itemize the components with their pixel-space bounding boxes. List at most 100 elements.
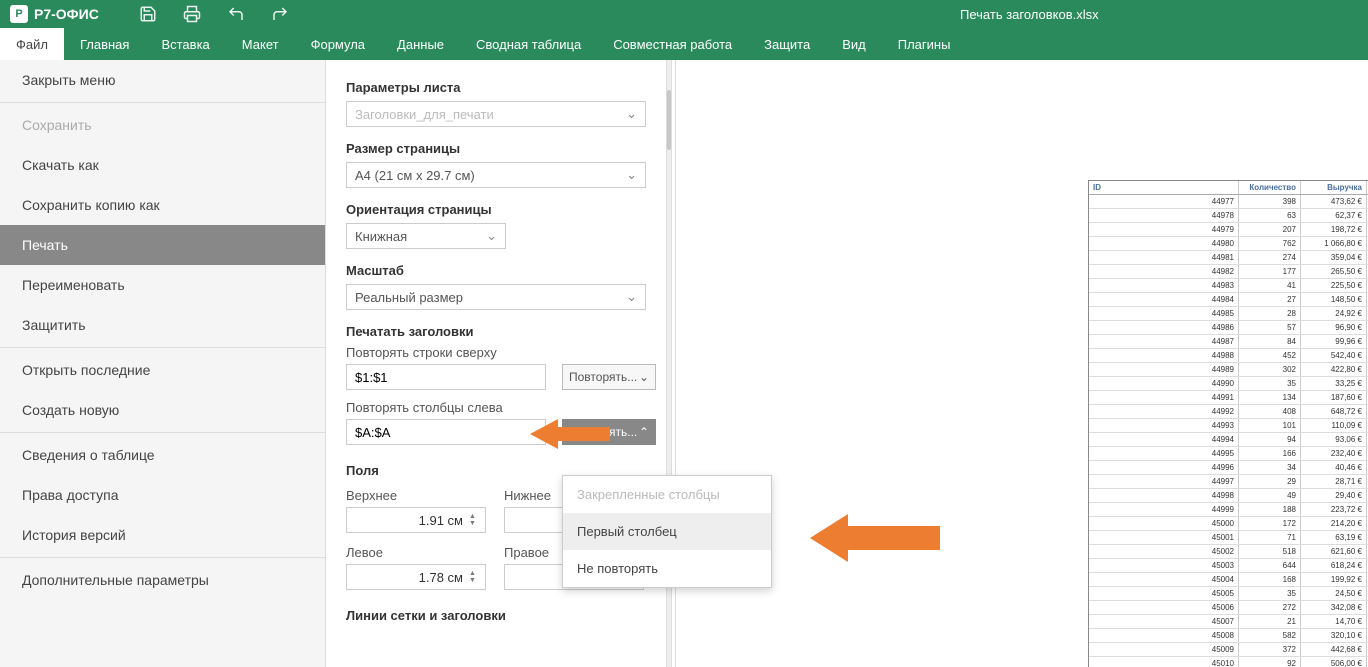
repeat-rows-label: Повторять строки сверху [346, 345, 665, 360]
preview-page: ID Количество Выручка 44977398473,62 €44… [1088, 180, 1368, 667]
menu-insert[interactable]: Вставка [145, 28, 225, 60]
table-row: 44979207198,72 € [1089, 223, 1368, 237]
menu-plugins[interactable]: Плагины [882, 28, 967, 60]
table-row: 45003644618,24 € [1089, 559, 1368, 573]
logo-icon: P [10, 5, 28, 23]
table-row: 449949493,06 € [1089, 433, 1368, 447]
sb-print[interactable]: Печать [0, 225, 325, 265]
table-row: 45009372442,68 € [1089, 643, 1368, 657]
table-row: 44992408648,72 € [1089, 405, 1368, 419]
menu-home[interactable]: Главная [64, 28, 145, 60]
sb-history[interactable]: История версий [0, 515, 325, 555]
repeat-rows-input[interactable] [346, 364, 546, 390]
table-row: 4498427148,50 € [1089, 293, 1368, 307]
table-row: 450053524,50 € [1089, 587, 1368, 601]
redo-icon[interactable] [271, 5, 289, 23]
page-size-select[interactable]: A4 (21 см x 29.7 см)⌄ [346, 162, 646, 188]
chevron-down-icon: ⌄ [486, 228, 497, 244]
table-row: 449786362,37 € [1089, 209, 1368, 223]
repeat-cols-dropdown: Закрепленные столбцы Первый столбец Не п… [562, 475, 772, 588]
file-sidebar: Закрыть меню Сохранить Скачать как Сохра… [0, 60, 326, 667]
margin-top-label: Верхнее [346, 488, 486, 503]
menu-file[interactable]: Файл [0, 28, 64, 60]
table-row: 449903533,25 € [1089, 377, 1368, 391]
table-row: 44993101110,09 € [1089, 419, 1368, 433]
page-params-label: Параметры листа [346, 80, 665, 95]
table-row: 45004168199,92 € [1089, 573, 1368, 587]
dd-no-repeat[interactable]: Не повторять [563, 550, 771, 587]
preview-header-row: ID Количество Выручка [1089, 181, 1368, 195]
sb-recent[interactable]: Открыть последние [0, 350, 325, 390]
menu-collab[interactable]: Совместная работа [597, 28, 748, 60]
menu-protect[interactable]: Защита [748, 28, 826, 60]
col-id: ID [1089, 181, 1239, 194]
sb-rename[interactable]: Переименовать [0, 265, 325, 305]
chevron-down-icon: ⌄ [626, 167, 637, 183]
col-rev: Выручка [1301, 181, 1367, 194]
chevron-down-icon: ⌄ [639, 370, 649, 384]
table-row: 450017163,19 € [1089, 531, 1368, 545]
chevron-down-icon: ⌄ [626, 106, 637, 122]
table-row: 449963440,46 € [1089, 461, 1368, 475]
sheet-select[interactable]: Заголовки_для_печати⌄ [346, 101, 646, 127]
repeat-cols-label: Повторять столбцы слева [346, 400, 665, 415]
table-row: 45000172214,20 € [1089, 517, 1368, 531]
table-row: 44981274359,04 € [1089, 251, 1368, 265]
menu-data[interactable]: Данные [381, 28, 460, 60]
repeat-cols-input[interactable] [346, 419, 546, 445]
table-row: 449807621 066,80 € [1089, 237, 1368, 251]
scrollbar-thumb[interactable] [667, 90, 671, 150]
gridlines-label: Линии сетки и заголовки [346, 608, 665, 623]
sb-protect[interactable]: Защитить [0, 305, 325, 345]
table-row: 44989302422,80 € [1089, 363, 1368, 377]
repeat-rows-button[interactable]: Повторять...⌄ [562, 364, 656, 390]
annotation-arrow-2 [810, 510, 940, 566]
dd-frozen-cols: Закрепленные столбцы [563, 476, 771, 513]
margin-top-input[interactable]: 1.91 см▲▼ [346, 507, 486, 533]
table-row: 44991134187,60 € [1089, 391, 1368, 405]
table-row: 44988452542,40 € [1089, 349, 1368, 363]
orientation-select[interactable]: Книжная⌄ [346, 223, 506, 249]
table-row: 45006272342,08 € [1089, 601, 1368, 615]
orientation-label: Ориентация страницы [346, 202, 665, 217]
scale-select[interactable]: Реальный размер⌄ [346, 284, 646, 310]
annotation-arrow-1 [530, 414, 610, 454]
menu-formula[interactable]: Формула [295, 28, 381, 60]
sb-advanced[interactable]: Дополнительные параметры [0, 560, 325, 600]
print-icon[interactable] [183, 5, 201, 23]
chevron-up-icon: ⌃ [639, 425, 649, 439]
table-row: 45008582320,10 € [1089, 629, 1368, 643]
sb-save[interactable]: Сохранить [0, 105, 325, 145]
dd-first-col[interactable]: Первый столбец [563, 513, 771, 550]
table-row: 449984929,40 € [1089, 489, 1368, 503]
table-row: 449865796,90 € [1089, 321, 1368, 335]
table-row: 44977398473,62 € [1089, 195, 1368, 209]
print-preview: ID Количество Выручка 44977398473,62 €44… [676, 60, 1368, 667]
table-row: 45002518621,60 € [1089, 545, 1368, 559]
menu-layout[interactable]: Макет [226, 28, 295, 60]
table-row: 4498341225,50 € [1089, 279, 1368, 293]
menu-pivot[interactable]: Сводная таблица [460, 28, 597, 60]
sb-info[interactable]: Сведения о таблице [0, 435, 325, 475]
scale-label: Масштаб [346, 263, 665, 278]
save-icon[interactable] [139, 5, 157, 23]
document-title: Печать заголовков.xlsx [960, 7, 1099, 22]
brand-text: Р7-ОФИС [34, 6, 99, 22]
sb-download[interactable]: Скачать как [0, 145, 325, 185]
margin-left-input[interactable]: 1.78 см▲▼ [346, 564, 486, 590]
sb-new[interactable]: Создать новую [0, 390, 325, 430]
menu-view[interactable]: Вид [826, 28, 882, 60]
sb-access[interactable]: Права доступа [0, 475, 325, 515]
table-row: 44995166232,40 € [1089, 447, 1368, 461]
sb-close[interactable]: Закрыть меню [0, 60, 325, 100]
page-size-label: Размер страницы [346, 141, 665, 156]
print-titles-label: Печатать заголовки [346, 324, 665, 339]
undo-icon[interactable] [227, 5, 245, 23]
margin-left-label: Левое [346, 545, 486, 560]
table-row: 44982177265,50 € [1089, 265, 1368, 279]
table-row: 449878499,96 € [1089, 335, 1368, 349]
sb-savecopy[interactable]: Сохранить копию как [0, 185, 325, 225]
table-row: 450072114,70 € [1089, 615, 1368, 629]
table-row: 449852824,92 € [1089, 307, 1368, 321]
chevron-down-icon: ⌄ [626, 289, 637, 305]
